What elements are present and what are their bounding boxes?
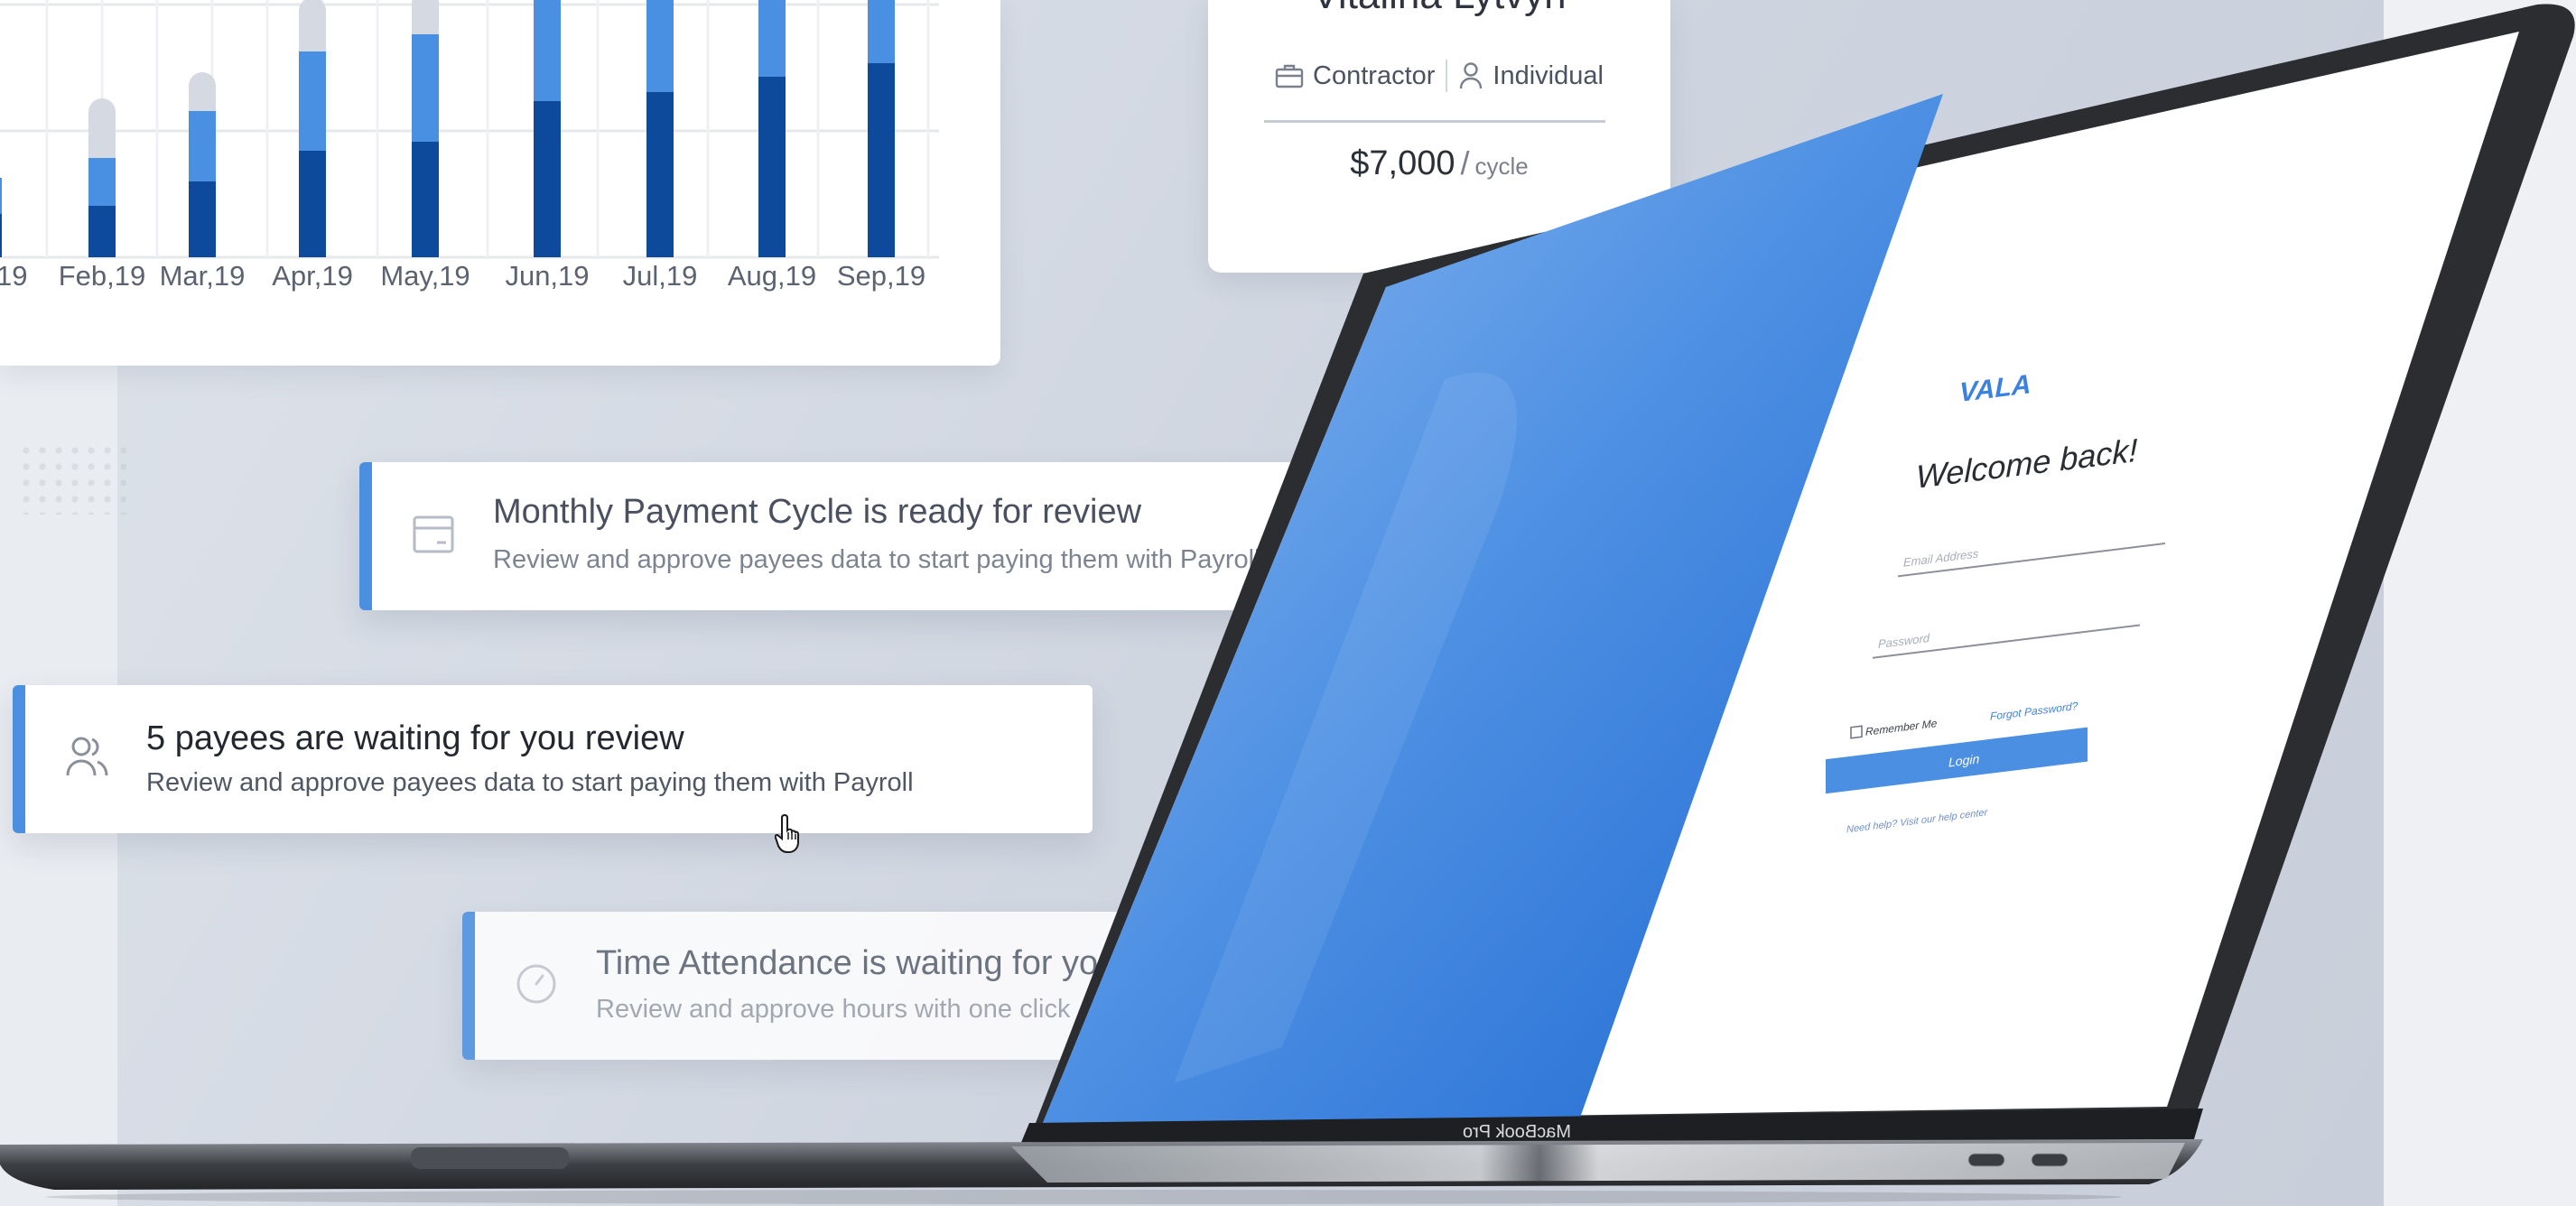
payee-name: Vitalina Lytvyn xyxy=(1208,0,1670,18)
notification-title: Monthly Payment Cycle is ready for revie… xyxy=(493,493,1142,531)
payee-rate: $7,000/cycle xyxy=(1208,144,1670,183)
chart-bar-segment-mid xyxy=(299,51,326,151)
notification-subtitle: Review and approve payees data to start … xyxy=(493,545,1260,574)
trackpad-notch xyxy=(411,1147,569,1169)
usb-c-port xyxy=(2031,1153,2069,1167)
chart-bar-segment-mid xyxy=(412,34,439,142)
hand-pointer-icon xyxy=(775,813,799,853)
chart-bar-segment-dark xyxy=(189,181,216,257)
users-icon xyxy=(66,737,108,776)
chart-x-tick-label: Feb,19 xyxy=(59,260,146,292)
chart-x-tick-label: Jul,19 xyxy=(623,260,698,292)
decorative-dots xyxy=(18,442,126,515)
chart-bar-segment-mid xyxy=(0,178,2,214)
individual-tag: Individual xyxy=(1458,61,1604,91)
notification-title: 5 payees are waiting for you review xyxy=(146,719,684,757)
contractor-label: Contractor xyxy=(1313,60,1436,90)
chart-bar-segment-mid xyxy=(189,111,216,181)
chart-bar-segment-dark xyxy=(534,101,561,257)
timer-icon xyxy=(516,964,556,1004)
briefcase-icon xyxy=(1275,64,1304,88)
base-lip xyxy=(1011,1143,2185,1183)
chart-bar-segment-dark xyxy=(88,206,116,257)
chart-bar-segment-mid xyxy=(646,0,674,92)
notification-accent-bar xyxy=(359,462,372,610)
usb-c-port xyxy=(1967,1153,2005,1167)
notification-subtitle: Review and approve payees data to start … xyxy=(146,768,914,797)
chart-bar-segment-dark xyxy=(412,142,439,257)
chart-bar-segment-mid xyxy=(534,0,561,101)
chart-bar-segment-mid xyxy=(758,0,786,77)
payments-chart-card: 19 Feb,19 Mar,19 Apr,19 May,19 Jun,19 Jul,19 Au… xyxy=(0,0,1000,366)
notification-payees-waiting[interactable]: 5 payees are waiting for you review Revi… xyxy=(13,685,1093,833)
chart-bar-segment-dark xyxy=(299,151,326,257)
chart-x-tick-label: Sep,19 xyxy=(837,260,925,292)
contractor-tag: Contractor xyxy=(1275,61,1435,91)
person-icon xyxy=(1460,62,1483,89)
macbook-brand-label: MacBook Pro xyxy=(1463,1122,1571,1142)
rate-unit: cycle xyxy=(1474,153,1529,180)
laptop-shadow xyxy=(45,1190,2122,1204)
card-icon xyxy=(413,515,454,553)
chart-x-tick-label: Apr,19 xyxy=(272,260,353,292)
chart-bar-segment-mid xyxy=(88,158,116,206)
chart-bar-segment-dark xyxy=(0,214,2,257)
meta-divider xyxy=(1446,60,1448,92)
chart-x-tick-label: 19 xyxy=(0,260,27,292)
notification-accent-bar xyxy=(462,912,475,1060)
individual-label: Individual xyxy=(1493,60,1604,90)
chart-x-tick-label: Mar,19 xyxy=(160,260,246,292)
notification-accent-bar xyxy=(13,685,25,833)
chart-bar-segment-dark xyxy=(868,63,895,257)
chart-bar-segment-dark xyxy=(646,92,674,257)
rate-amount: $7,000 xyxy=(1350,144,1455,182)
profile-divider xyxy=(1264,120,1605,123)
chart-x-tick-label: May,19 xyxy=(380,260,470,292)
payee-meta: Contractor Individual xyxy=(1208,60,1670,92)
payments-bar-chart: 19 Feb,19 Mar,19 Apr,19 May,19 Jun,19 Jul,19 Au… xyxy=(0,0,939,292)
notification-title: Time Attendance is waiting for yo xyxy=(596,944,1099,982)
notification-subtitle: Review and approve hours with one click xyxy=(596,995,1071,1024)
chart-bar-segment-mid xyxy=(868,0,895,63)
chart-bar-segment-dark xyxy=(758,77,786,257)
rate-slash: / xyxy=(1460,144,1470,181)
chart-x-tick-label: Jun,19 xyxy=(505,260,589,292)
chart-x-tick-label: Aug,19 xyxy=(728,260,816,292)
